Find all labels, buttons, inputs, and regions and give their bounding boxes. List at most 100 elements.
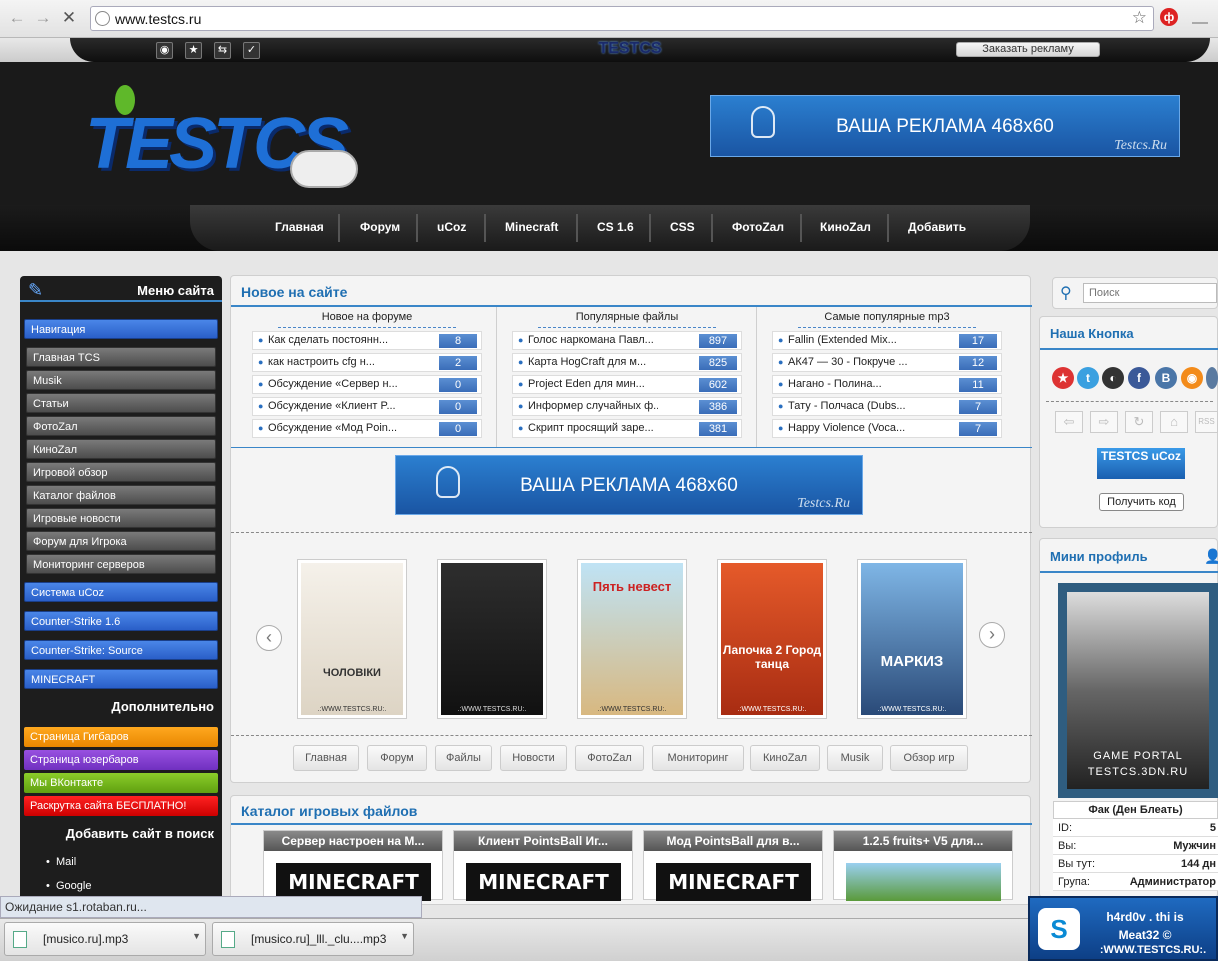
file-row[interactable]: ● Информер случайных ф... 386: [512, 397, 742, 416]
file-row[interactable]: ● Голос наркомана Павл... 897: [512, 331, 742, 350]
forum-row[interactable]: ● как настроить cfg н... 2: [252, 353, 482, 372]
movie-poster[interactable]: ЧОЛОВІКИ .:WWW.TESTCS.RU:.: [297, 559, 407, 719]
menu-item-ucoz[interactable]: uCoz: [437, 220, 466, 234]
next-icon[interactable]: ⇨: [1090, 411, 1118, 433]
sidebar-item-kinozal[interactable]: КиноZал: [26, 439, 216, 459]
get-code-button[interactable]: Получить код: [1099, 493, 1184, 511]
carousel-next-icon[interactable]: ›: [979, 622, 1005, 648]
profile-avatar[interactable]: GAME PORTAL TESTCS.3DN.RU: [1058, 583, 1218, 798]
prev-icon[interactable]: ⇦: [1055, 411, 1083, 433]
back-arrow-icon[interactable]: ←: [6, 8, 28, 28]
sidebar-search-google[interactable]: • Google: [46, 880, 91, 892]
extension-icon[interactable]: ф: [1160, 8, 1178, 26]
movie-poster[interactable]: Пять невест .:WWW.TESTCS.RU:.: [577, 559, 687, 719]
tab-musik[interactable]: Musik: [827, 745, 883, 771]
tab-kinozal[interactable]: КиноZал: [750, 745, 820, 771]
home-icon[interactable]: ⌂: [1160, 411, 1188, 433]
menu-item-css[interactable]: CSS: [670, 220, 695, 234]
address-bar[interactable]: www.testcs.ru ☆: [90, 6, 1154, 31]
sidebar-extra-userbars[interactable]: Страница юзербаров: [24, 750, 218, 770]
twitter-icon[interactable]: t: [1077, 367, 1099, 389]
menu-item-kinozal[interactable]: КиноZал: [820, 220, 871, 234]
bookmark-star-icon[interactable]: ☆: [1132, 8, 1147, 28]
tab-news[interactable]: Новости: [500, 745, 567, 771]
social-circle-icon[interactable]: ◐: [1102, 367, 1124, 389]
rss-text-icon[interactable]: RSS: [1195, 411, 1218, 433]
sidebar-section-minecraft[interactable]: MINECRAFT: [24, 669, 218, 689]
menu-item-photozal[interactable]: ФотоZал: [732, 220, 784, 234]
carousel-prev-icon[interactable]: ‹: [256, 625, 282, 651]
sidebar-item-game-review[interactable]: Игровой обзор: [26, 462, 216, 482]
site-button-badge[interactable]: TESTCS uCoz: [1097, 448, 1185, 479]
sidebar-item-articles[interactable]: Статьи: [26, 393, 216, 413]
tab-forum[interactable]: Форум: [367, 745, 427, 771]
forum-row[interactable]: ● Обсуждение «Сервер н... 0: [252, 375, 482, 394]
social-more-icon[interactable]: [1206, 367, 1218, 389]
mp3-row[interactable]: ● Тату - Полчаса (Dubs... 7: [772, 397, 1002, 416]
tab-files[interactable]: Файлы: [435, 745, 492, 771]
menu-item-minecraft[interactable]: Minecraft: [505, 220, 558, 234]
forum-row[interactable]: ● Обсуждение «Мод Poin... 0: [252, 419, 482, 438]
catalog-item[interactable]: Сервер настроен на М... MINECRAFT: [263, 830, 443, 901]
forward-arrow-icon[interactable]: →: [32, 8, 54, 28]
mp3-row[interactable]: ● АК47 — 30 - Покруче ... 12: [772, 353, 1002, 372]
movie-poster[interactable]: МАРКИЗ .:WWW.TESTCS.RU:.: [857, 559, 967, 719]
skype-widget[interactable]: S h4rd0v . thi is Meat32 © :WWW.TESTCS.R…: [1028, 896, 1218, 961]
menu-item-forum[interactable]: Форум: [360, 220, 400, 234]
sidebar-nav-header[interactable]: Навигация: [24, 319, 218, 339]
url-text[interactable]: www.testcs.ru: [115, 11, 201, 27]
vk-icon[interactable]: B: [1155, 367, 1177, 389]
header-ad-banner[interactable]: ВАША РЕКЛАМА 468x60 Testcs.Ru: [710, 95, 1180, 157]
catalog-item[interactable]: Мод PointsBall для в... MINECRAFT: [643, 830, 823, 901]
sidebar-extra-vk[interactable]: Мы ВКонтакте: [24, 773, 218, 793]
movie-poster[interactable]: .:WWW.TESTCS.RU:.: [437, 559, 547, 719]
rss-feed-icon[interactable]: ◉: [1181, 367, 1203, 389]
refresh-icon[interactable]: ↻: [1125, 411, 1153, 433]
sidebar-item-game-news[interactable]: Игровые новости: [26, 508, 216, 528]
sidebar-item-home-tcs[interactable]: Главная TCS: [26, 347, 216, 367]
sidebar-item-photozal[interactable]: ФотоZал: [26, 416, 216, 436]
rss-icon[interactable]: ◉: [156, 42, 173, 59]
sidebar-extra-promotion[interactable]: Раскрутка сайта БЕСПЛАТНО!: [24, 796, 218, 816]
tab-home[interactable]: Главная: [293, 745, 359, 771]
top-logo[interactable]: TESTCS: [560, 40, 700, 58]
sidebar-section-cs16[interactable]: Counter-Strike 1.6: [24, 611, 218, 631]
download-item[interactable]: [musico.ru].mp3 ▼: [4, 922, 206, 956]
tab-monitoring[interactable]: Мониторинг: [652, 745, 744, 771]
sidebar-item-musik[interactable]: Musik: [26, 370, 216, 390]
sidebar-section-ucoz[interactable]: Система uCoz: [24, 582, 218, 602]
forum-row[interactable]: ● Как сделать постоянн... 8: [252, 331, 482, 350]
file-row[interactable]: ● Project Eden для мин... 602: [512, 375, 742, 394]
search-icon[interactable]: ⚲: [1060, 283, 1072, 303]
sidebar-search-mail[interactable]: • Mail: [46, 856, 76, 868]
catalog-item[interactable]: 1.2.5 fruits+ V5 для...: [833, 830, 1013, 901]
check-icon[interactable]: ✓: [243, 42, 260, 59]
site-logo[interactable]: TESTCS: [85, 85, 365, 205]
mp3-row[interactable]: ● Happy Violence (Voca... 7: [772, 419, 1002, 438]
order-ad-link[interactable]: Заказать рекламу: [956, 42, 1100, 57]
middle-ad-banner[interactable]: ВАША РЕКЛАМА 468x60 Testcs.Ru: [395, 455, 863, 515]
tab-game-review[interactable]: Обзор игр: [890, 745, 968, 771]
menu-item-cs16[interactable]: CS 1.6: [597, 220, 634, 234]
sidebar-item-server-monitoring[interactable]: Мониторинг серверов: [26, 554, 216, 574]
sidebar-item-player-forum[interactable]: Форум для Игрока: [26, 531, 216, 551]
movie-poster[interactable]: Лапочка 2 Город танца .:WWW.TESTCS.RU:.: [717, 559, 827, 719]
download-item[interactable]: [musico.ru]_lll._clu....mp3 ▼: [212, 922, 414, 956]
signal-icon[interactable]: [1192, 10, 1208, 24]
favorite-star-icon[interactable]: ★: [185, 42, 202, 59]
tab-photozal[interactable]: ФотоZал: [575, 745, 644, 771]
sidebar-section-css[interactable]: Counter-Strike: Source: [24, 640, 218, 660]
sidebar-item-file-catalog[interactable]: Каталог файлов: [26, 485, 216, 505]
mp3-row[interactable]: ● Fallin (Extended Mix... 17: [772, 331, 1002, 350]
menu-item-add[interactable]: Добавить: [908, 220, 966, 234]
file-row[interactable]: ● Скрипт просящий заре... 381: [512, 419, 742, 438]
mp3-row[interactable]: ● Нагано - Полина... 11: [772, 375, 1002, 394]
stop-icon[interactable]: ✕: [58, 8, 80, 28]
file-row[interactable]: ● Карта HogCraft для м... 825: [512, 353, 742, 372]
menu-item-home[interactable]: Главная: [275, 220, 324, 234]
catalog-item[interactable]: Клиент PointsBall Иг... MINECRAFT: [453, 830, 633, 901]
share-icon[interactable]: ⇆: [214, 42, 231, 59]
search-input[interactable]: [1083, 283, 1217, 303]
forum-row[interactable]: ● Обсуждение «Клиент P... 0: [252, 397, 482, 416]
social-star-icon[interactable]: ★: [1052, 367, 1074, 389]
